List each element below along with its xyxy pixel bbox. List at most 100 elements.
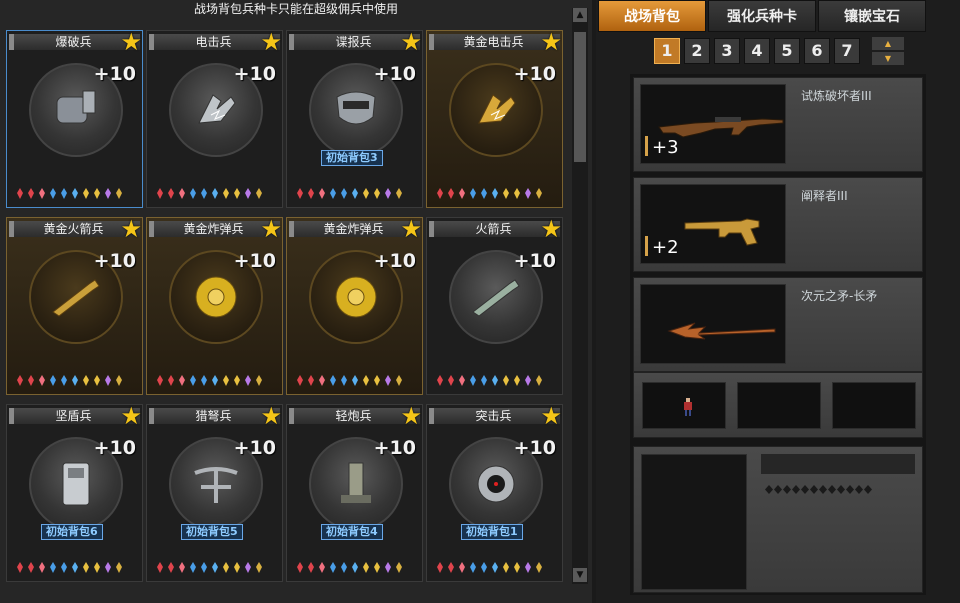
gem-row xyxy=(437,188,555,200)
tab-inlay-gem[interactable]: 镶嵌宝石 xyxy=(818,0,926,32)
gem-icon xyxy=(514,562,520,573)
gem-icon xyxy=(168,375,174,386)
gem-icon xyxy=(503,188,509,199)
soldier-card[interactable]: 轻炮兵 ★ +10 初始背包4 xyxy=(286,404,423,582)
page-button-5[interactable]: 5 xyxy=(774,38,800,64)
gem-icon xyxy=(448,188,454,199)
soldier-card[interactable]: 黄金电击兵 ★ +10 xyxy=(426,30,563,208)
gem-icon xyxy=(223,375,229,386)
card-inventory-panel: 战场背包兵种卡只能在超级佣兵中使用 爆破兵 ★ +10 电击兵 ★ +10 谍报兵 ★ +10 初… xyxy=(0,0,592,603)
item-slot-3[interactable] xyxy=(832,382,916,429)
gem-row xyxy=(17,375,135,387)
gem-socket-row xyxy=(765,479,885,494)
soldier-card[interactable]: 突击兵 ★ +10 初始背包1 xyxy=(426,404,563,582)
gem-icon xyxy=(28,375,34,386)
card-detail-image xyxy=(641,454,747,590)
page-button-4[interactable]: 4 xyxy=(744,38,770,64)
initial-backpack-tag: 初始背包1 xyxy=(461,524,523,540)
gem-icon xyxy=(470,562,476,573)
tab-battle-backpack[interactable]: 战场背包 xyxy=(598,0,706,32)
gem-icon xyxy=(459,188,465,199)
gem-icon xyxy=(536,375,542,386)
gem-icon xyxy=(105,375,111,386)
scroll-down-button[interactable]: ▼ xyxy=(573,568,587,582)
gem-icon xyxy=(201,188,207,199)
page-button-7[interactable]: 7 xyxy=(834,38,860,64)
notice-text: 战场背包兵种卡只能在超级佣兵中使用 xyxy=(193,2,398,16)
page-down-icon[interactable]: ▼ xyxy=(872,52,904,65)
scroll-thumb[interactable] xyxy=(574,32,586,162)
page-button-2[interactable]: 2 xyxy=(684,38,710,64)
soldier-card[interactable]: 谍报兵 ★ +10 初始背包3 xyxy=(286,30,423,208)
soldier-card[interactable]: 黄金炸弹兵 ★ +10 xyxy=(286,217,423,395)
page-button-3[interactable]: 3 xyxy=(714,38,740,64)
gem-icon xyxy=(330,375,336,386)
soldier-card[interactable]: 黄金炸弹兵 ★ +10 xyxy=(146,217,283,395)
soldier-card[interactable]: 黄金火箭兵 ★ +10 xyxy=(6,217,143,395)
item-slot-2[interactable] xyxy=(737,382,821,429)
gem-icon xyxy=(470,188,476,199)
backpack-panel: 战场背包 强化兵种卡 镶嵌宝石 1 2 3 4 5 6 7 ▲ ▼ +3 试炼破… xyxy=(596,0,960,603)
soldier-card[interactable]: 火箭兵 ★ +10 xyxy=(426,217,563,395)
soldier-card[interactable]: 坚盾兵 ★ +10 初始背包6 xyxy=(6,404,143,582)
card-detail-title-bar xyxy=(761,454,915,474)
gem-icon xyxy=(385,562,391,573)
gem-icon xyxy=(50,375,56,386)
gem-icon xyxy=(61,188,67,199)
soldier-card[interactable]: 猎弩兵 ★ +10 初始背包5 xyxy=(146,404,283,582)
gem-icon xyxy=(297,188,303,199)
gem-icon xyxy=(330,188,336,199)
gem-row xyxy=(297,562,415,574)
card-level: +10 xyxy=(93,250,136,272)
star-icon: ★ xyxy=(400,28,422,56)
page-button-1[interactable]: 1 xyxy=(654,38,680,64)
soldier-card[interactable]: 爆破兵 ★ +10 xyxy=(6,30,143,208)
tab-enhance-card[interactable]: 强化兵种卡 xyxy=(708,0,816,32)
card-level: +10 xyxy=(373,63,416,85)
gem-icon xyxy=(437,188,443,199)
star-icon: ★ xyxy=(120,402,142,430)
scroll-up-button[interactable]: ▲ xyxy=(573,8,587,22)
gem-icon xyxy=(352,375,358,386)
gem-icon xyxy=(61,562,67,573)
initial-backpack-tag: 初始背包6 xyxy=(41,524,103,540)
gem-icon xyxy=(459,375,465,386)
gem-icon xyxy=(481,188,487,199)
gem-row xyxy=(157,188,275,200)
character-slot[interactable] xyxy=(642,382,726,429)
gem-icon xyxy=(201,375,207,386)
gem-icon xyxy=(481,375,487,386)
assault-scope-icon xyxy=(477,465,515,503)
gem-icon xyxy=(83,562,89,573)
gem-icon xyxy=(352,562,358,573)
star-icon: ★ xyxy=(120,28,142,56)
gem-icon xyxy=(83,375,89,386)
gem-icon xyxy=(514,188,520,199)
gem-icon xyxy=(50,188,56,199)
gem-icon xyxy=(352,188,358,199)
gem-icon xyxy=(448,562,454,573)
page-button-6[interactable]: 6 xyxy=(804,38,830,64)
card-level: +10 xyxy=(513,63,556,85)
star-icon: ★ xyxy=(260,28,282,56)
gem-icon xyxy=(330,562,336,573)
card-scrollbar[interactable]: ▲ ▼ xyxy=(572,8,588,584)
gem-icon xyxy=(341,562,347,573)
gem-icon xyxy=(212,188,218,199)
gem-icon xyxy=(168,562,174,573)
weapon-slot-primary[interactable]: +3 试炼破坏者III xyxy=(633,77,923,172)
gem-icon xyxy=(190,562,196,573)
weapon-slot-melee[interactable]: 次元之矛-长矛 xyxy=(633,277,923,372)
gold-bomb-icon xyxy=(195,276,237,318)
gem-icon xyxy=(179,188,185,199)
gem-icon xyxy=(72,562,78,573)
page-up-icon[interactable]: ▲ xyxy=(872,37,904,50)
soldier-card[interactable]: 电击兵 ★ +10 xyxy=(146,30,283,208)
card-level: +10 xyxy=(373,437,416,459)
gem-icon xyxy=(179,562,185,573)
gold-rocket-launcher-icon xyxy=(52,279,100,317)
gem-row xyxy=(437,562,555,574)
gem-icon xyxy=(374,375,380,386)
gem-icon xyxy=(396,188,402,199)
weapon-slot-secondary[interactable]: +2 阐释者III xyxy=(633,177,923,272)
